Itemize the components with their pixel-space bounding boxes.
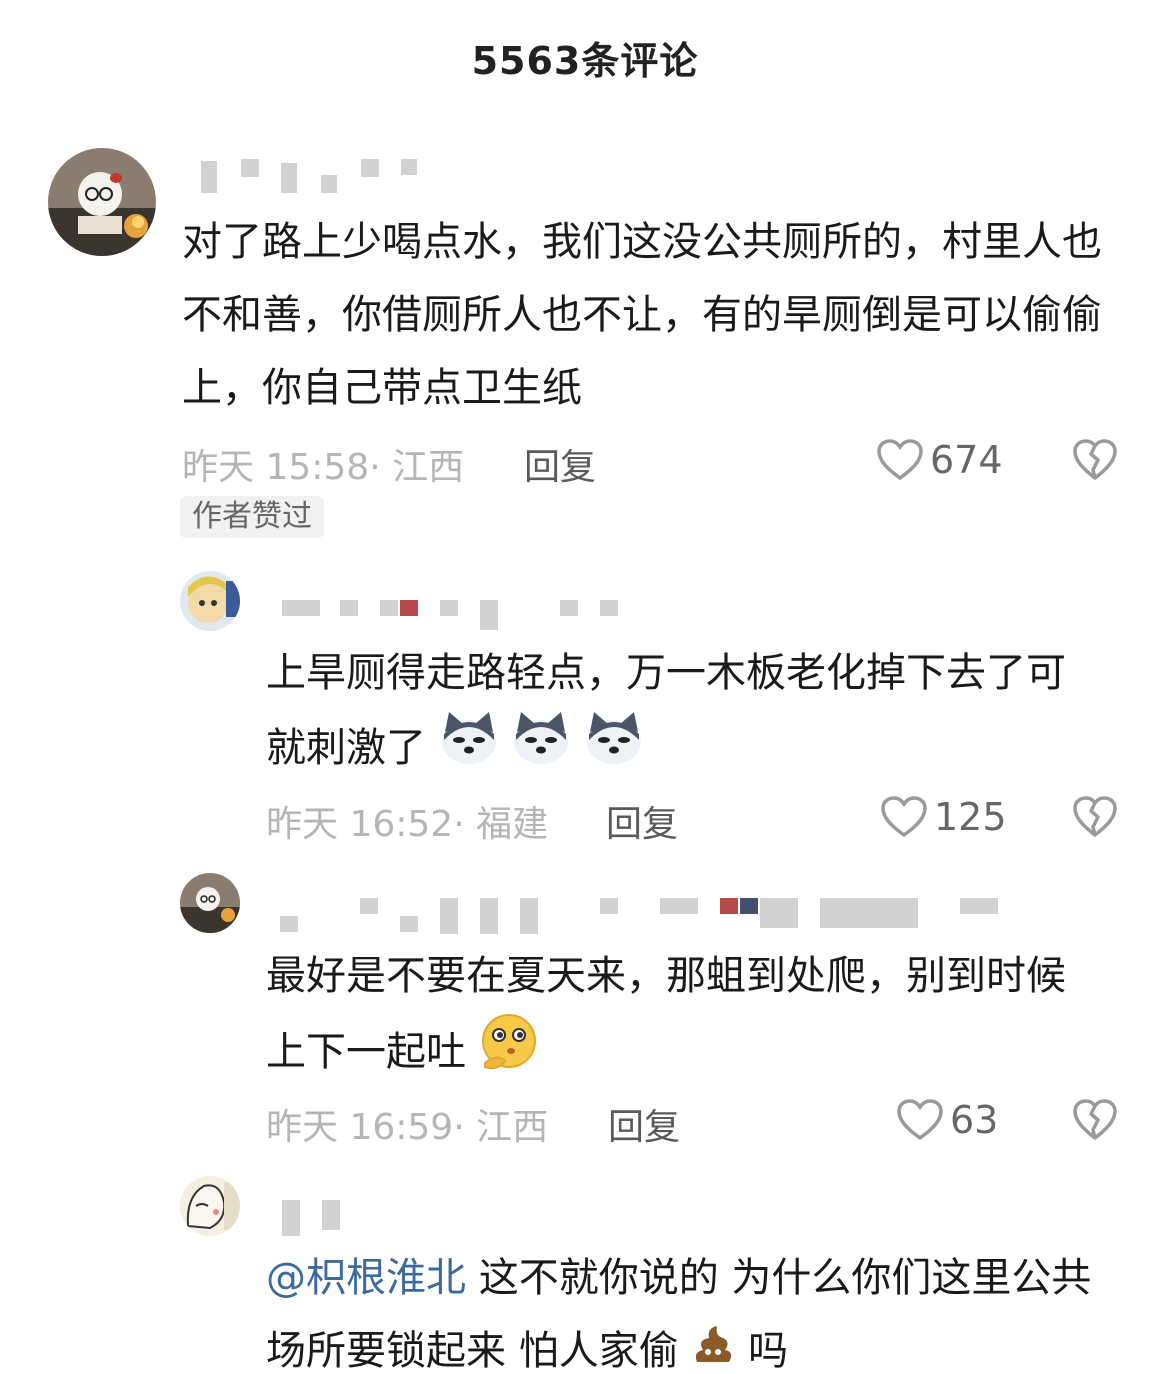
reply-button[interactable]: 回复	[524, 438, 596, 490]
heart-outline-icon	[897, 1099, 943, 1141]
like-count: 125	[934, 795, 1007, 839]
heart-outline-icon	[877, 439, 923, 481]
avatar[interactable]	[48, 148, 156, 256]
comment-text: 对了路上少喝点水，我们这没公共厕所的，村里人也不和善，你借厕所人也不让，有的旱厕…	[182, 219, 1102, 411]
comment-time-location: 昨天 16:52· 福建	[266, 804, 549, 845]
comment-text: 最好是不要在夏天来，那蛆到处爬，别到时候上下一起吐	[266, 940, 1096, 1095]
comment-time-location: 昨天 15:58· 江西	[182, 447, 465, 488]
broken-heart-icon	[1073, 1099, 1117, 1140]
like-button[interactable]: 63	[896, 1096, 998, 1144]
comment-time-location: 昨天 16:59· 江西	[266, 1107, 549, 1148]
dislike-button[interactable]	[1072, 1098, 1118, 1146]
like-button[interactable]: 674	[876, 436, 1003, 484]
dislike-button[interactable]	[1072, 795, 1118, 843]
like-button[interactable]: 125	[880, 793, 1007, 841]
like-count: 674	[930, 438, 1003, 482]
avatar[interactable]	[180, 571, 240, 631]
heart-outline-icon	[881, 796, 927, 838]
thinking-emoji	[479, 1013, 539, 1095]
comment-text: @枳根淮北 这不就你说的 为什么你们这里公共场所要锁起来 怕人家偷 吗	[266, 1242, 1126, 1374]
comments-count-title: 5563条评论	[471, 39, 699, 83]
blurred-username[interactable]	[278, 596, 638, 636]
reply-button[interactable]: 回复	[608, 1098, 680, 1150]
poop-emoji	[691, 1317, 735, 1374]
author-liked-badge: 作者赞过	[180, 496, 324, 538]
reply-button[interactable]: 回复	[606, 795, 678, 847]
dog-emoji	[439, 710, 499, 790]
blurred-username[interactable]	[278, 1196, 358, 1240]
avatar[interactable]	[180, 1176, 240, 1236]
like-count: 63	[950, 1098, 999, 1142]
dislike-button[interactable]	[1072, 438, 1118, 486]
avatar[interactable]	[180, 873, 240, 933]
dog-emoji	[511, 710, 571, 790]
blurred-username[interactable]	[195, 155, 455, 197]
comment-text: 上旱厕得走路轻点，万一木板老化掉下去了可就刺激了	[266, 637, 1096, 790]
broken-heart-icon	[1073, 796, 1117, 837]
broken-heart-icon	[1073, 439, 1117, 480]
dog-emoji	[584, 710, 644, 790]
mention-link[interactable]: @枳根淮北	[266, 1255, 466, 1301]
blurred-username[interactable]	[266, 894, 1006, 940]
